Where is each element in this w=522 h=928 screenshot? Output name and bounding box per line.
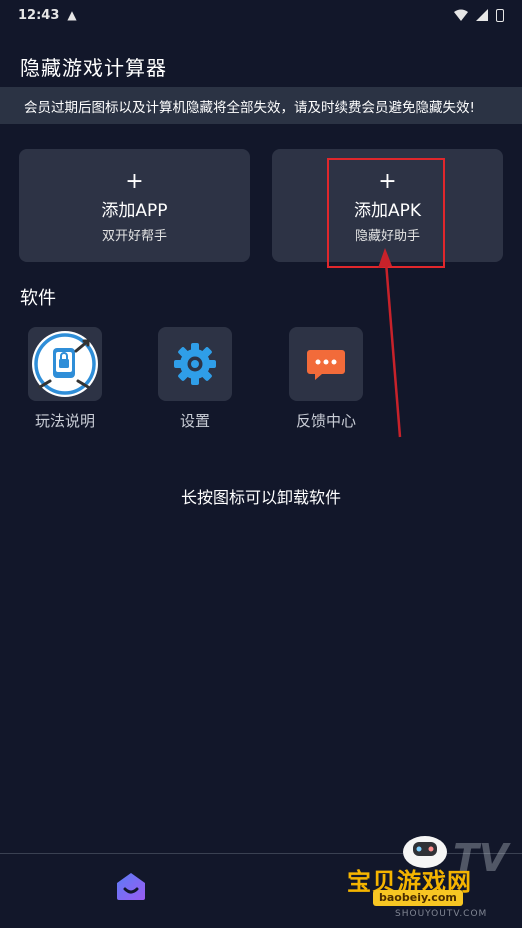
site-watermark: TV 宝贝游戏网 baobeiy.com SHOUYOUTV.COM	[345, 832, 517, 924]
watermark-url: baobeiy.com	[373, 890, 463, 906]
status-bar: 12:43 ▲	[0, 0, 522, 30]
page-title: 隐藏游戏计算器	[20, 56, 167, 80]
plus-icon: +	[378, 169, 397, 194]
watermark-site: SHOUYOUTV.COM	[395, 909, 488, 919]
add-apk-label: 添加APK	[353, 201, 422, 221]
status-time: 12:43	[18, 7, 60, 23]
annotation-arrow	[378, 248, 402, 438]
feedback-label: 反馈中心	[295, 412, 356, 430]
home-icon[interactable]	[113, 870, 149, 902]
notice-text: 会员过期后图标以及计算机隐藏将全部失效，请及时续费会员避免隐藏失效!	[24, 99, 475, 116]
software-section-title: 软件	[20, 288, 56, 309]
guide-lock-icon	[32, 331, 98, 397]
guide-label: 玩法说明	[34, 412, 95, 430]
add-app-card[interactable]: + 添加APP 双开好帮手	[19, 149, 250, 262]
add-apk-card[interactable]: + 添加APK 隐藏好助手	[272, 149, 503, 262]
add-app-subtitle: 双开好帮手	[101, 229, 167, 244]
tool-settings[interactable]: 设置	[150, 327, 240, 431]
wifi-icon	[454, 9, 468, 21]
signal-icon	[476, 9, 488, 21]
tool-feedback[interactable]: 反馈中心	[281, 327, 371, 431]
uninstall-hint: 长按图标可以卸载软件	[180, 488, 341, 507]
membership-notice: 会员过期后图标以及计算机隐藏将全部失效，请及时续费会员避免隐藏失效!	[0, 87, 522, 124]
settings-tile[interactable]	[158, 327, 232, 401]
battery-icon	[496, 8, 504, 22]
tool-guide[interactable]: 玩法说明	[20, 327, 110, 431]
chat-bubble-icon	[307, 350, 345, 380]
add-apk-subtitle: 隐藏好助手	[354, 229, 420, 244]
plus-icon: +	[125, 169, 144, 194]
status-icons	[454, 8, 504, 22]
feedback-tile[interactable]	[289, 327, 363, 401]
add-app-label: 添加APP	[101, 201, 168, 221]
settings-label: 设置	[179, 412, 210, 430]
guide-tile[interactable]	[28, 327, 102, 401]
gear-icon	[174, 343, 216, 385]
warning-icon: ▲	[67, 8, 77, 22]
